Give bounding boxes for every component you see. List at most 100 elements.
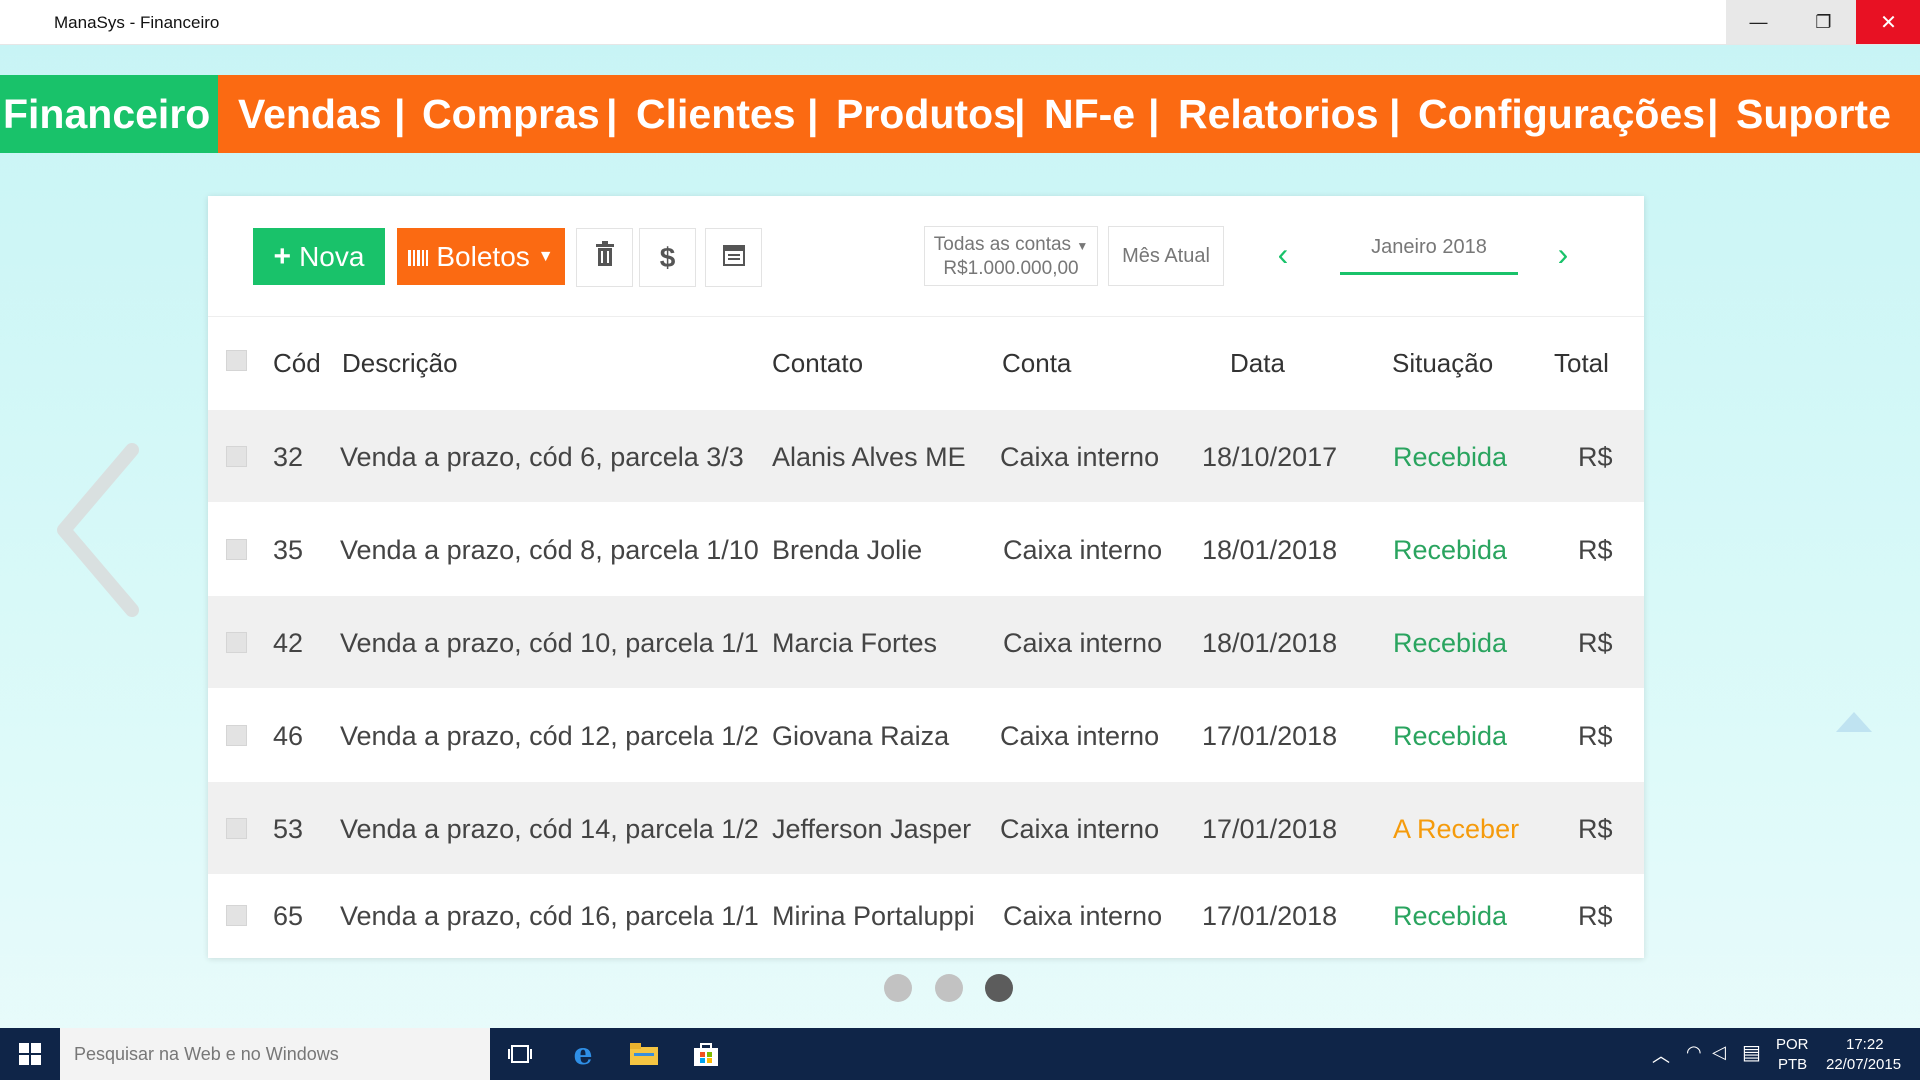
nova-label: Nova bbox=[299, 240, 365, 272]
tray-chevron-icon[interactable]: ︿ bbox=[1652, 1042, 1670, 1068]
nav-separator: | bbox=[1389, 91, 1401, 137]
select-all-checkbox[interactable] bbox=[226, 350, 247, 371]
month-prev-icon[interactable]: ‹ bbox=[1268, 234, 1298, 274]
nav-compras[interactable]: Compras bbox=[422, 75, 600, 153]
boletos-button[interactable]: Boletos ▼ bbox=[397, 228, 565, 285]
clock-time[interactable]: 17:22 bbox=[1846, 1036, 1884, 1053]
edge-icon[interactable]: e bbox=[567, 1037, 599, 1072]
col-cod[interactable]: Cód bbox=[273, 348, 321, 379]
cell-situacao: Recebida bbox=[1393, 721, 1508, 751]
row-checkbox[interactable] bbox=[226, 539, 247, 560]
carousel-prev-icon[interactable] bbox=[52, 440, 142, 620]
store-icon[interactable] bbox=[690, 1038, 722, 1070]
financeiro-panel: + Nova Boletos ▼ $ Todas as contas ▼ R$1… bbox=[208, 196, 1644, 958]
cell-situacao: Recebida bbox=[1393, 535, 1508, 565]
close-button[interactable]: ✕ bbox=[1856, 0, 1920, 44]
cell-contato: Brenda Jolie bbox=[772, 535, 923, 565]
nova-button[interactable]: + Nova bbox=[253, 228, 385, 285]
cell-total: R$ bbox=[1578, 901, 1613, 931]
window-title: ManaSys - Financeiro bbox=[54, 13, 220, 32]
nav-configuracoes[interactable]: Configurações bbox=[1418, 75, 1705, 153]
cell-situacao: Recebida bbox=[1393, 628, 1508, 658]
cell-contato: Alanis Alves ME bbox=[772, 442, 966, 472]
col-contato[interactable]: Contato bbox=[772, 348, 863, 379]
table-row[interactable]: 35 Venda a prazo, cód 8, parcela 1/10 Br… bbox=[208, 503, 1644, 595]
task-view-icon[interactable] bbox=[504, 1038, 536, 1070]
table-row[interactable]: 32 Venda a prazo, cód 6, parcela 3/3 Ala… bbox=[208, 410, 1644, 502]
nav-separator: | bbox=[1707, 91, 1719, 137]
cell-descricao: Venda a prazo, cód 10, parcela 1/1 bbox=[340, 628, 759, 658]
carousel-dot-3[interactable] bbox=[985, 974, 1013, 1002]
mes-atual-button[interactable]: Mês Atual bbox=[1108, 226, 1224, 286]
col-conta[interactable]: Conta bbox=[1002, 348, 1071, 379]
cell-descricao: Venda a prazo, cód 16, parcela 1/1 bbox=[340, 901, 759, 931]
cell-data: 17/01/2018 bbox=[1202, 814, 1338, 844]
caret-down-icon: ▼ bbox=[537, 247, 554, 265]
row-checkbox[interactable] bbox=[226, 905, 247, 926]
toolbar: + Nova Boletos ▼ $ Todas as contas ▼ R$1… bbox=[208, 196, 1644, 317]
windows-taskbar: Pesquisar na Web e no Windows e ︿ ◠ ◁ ▤ … bbox=[0, 1028, 1920, 1080]
windows-start-icon[interactable] bbox=[0, 1028, 60, 1080]
month-label: Janeiro 2018 bbox=[1340, 236, 1518, 275]
nav-produtos[interactable]: Produtos bbox=[836, 75, 1016, 153]
cell-cod: 46 bbox=[273, 721, 304, 751]
cell-total: R$ bbox=[1578, 628, 1613, 658]
cell-contato: Jefferson Jasper bbox=[772, 814, 972, 844]
row-checkbox[interactable] bbox=[226, 632, 247, 653]
cell-descricao: Venda a prazo, cód 14, parcela 1/2 bbox=[340, 814, 759, 844]
keyboard-layout-indicator[interactable]: PTB bbox=[1778, 1056, 1807, 1073]
carousel-dot-1[interactable] bbox=[884, 974, 912, 1002]
cell-conta: Caixa interno bbox=[1000, 814, 1160, 844]
taskbar-search-input[interactable]: Pesquisar na Web e no Windows bbox=[60, 1028, 490, 1080]
col-data[interactable]: Data bbox=[1230, 348, 1285, 379]
cell-contato: Mirina Portaluppi bbox=[772, 901, 975, 931]
cell-situacao: Recebida bbox=[1393, 442, 1508, 472]
accounts-dropdown[interactable]: Todas as contas ▼ R$1.000.000,00 bbox=[924, 226, 1098, 286]
nav-vendas[interactable]: Vendas bbox=[238, 75, 382, 153]
action-center-icon[interactable]: ▤ bbox=[1742, 1040, 1761, 1065]
nav-suporte[interactable]: Suporte bbox=[1736, 75, 1891, 153]
nav-separator: | bbox=[1148, 91, 1160, 137]
file-explorer-icon[interactable] bbox=[628, 1038, 660, 1070]
minimize-button[interactable]: — bbox=[1726, 0, 1791, 44]
language-indicator[interactable]: POR bbox=[1776, 1036, 1809, 1053]
row-checkbox[interactable] bbox=[226, 818, 247, 839]
month-next-icon[interactable]: › bbox=[1548, 234, 1578, 274]
network-icon[interactable]: ◠ bbox=[1686, 1042, 1702, 1063]
nav-financeiro[interactable]: Financeiro bbox=[0, 75, 219, 153]
row-checkbox[interactable] bbox=[226, 446, 247, 467]
scroll-up-icon[interactable] bbox=[1836, 712, 1872, 732]
cell-data: 17/01/2018 bbox=[1202, 721, 1338, 751]
top-navigation: Financeiro Vendas | Compras | Clientes |… bbox=[0, 75, 1920, 153]
volume-icon[interactable]: ◁ bbox=[1712, 1042, 1726, 1063]
calendar-button[interactable] bbox=[705, 228, 762, 287]
plus-icon: + bbox=[273, 239, 292, 273]
clock-date[interactable]: 22/07/2015 bbox=[1826, 1056, 1901, 1073]
nav-relatorios[interactable]: Relatorios bbox=[1178, 75, 1379, 153]
nav-clientes[interactable]: Clientes bbox=[636, 75, 796, 153]
cell-descricao: Venda a prazo, cód 6, parcela 3/3 bbox=[340, 442, 744, 472]
table-row[interactable]: 53 Venda a prazo, cód 14, parcela 1/2 Je… bbox=[208, 782, 1644, 874]
nav-separator: | bbox=[807, 91, 819, 137]
dollar-icon: $ bbox=[659, 241, 676, 273]
cell-conta: Caixa interno bbox=[1000, 442, 1160, 472]
delete-button[interactable] bbox=[576, 228, 633, 287]
cell-situacao: A Receber bbox=[1393, 814, 1520, 844]
payment-button[interactable]: $ bbox=[639, 228, 696, 287]
accounts-label: Todas as contas bbox=[933, 234, 1072, 255]
col-descricao[interactable]: Descrição bbox=[342, 348, 458, 379]
col-total[interactable]: Total bbox=[1554, 348, 1609, 379]
cell-cod: 42 bbox=[273, 628, 304, 658]
row-checkbox[interactable] bbox=[226, 725, 247, 746]
table-row[interactable]: 46 Venda a prazo, cód 12, parcela 1/2 Gi… bbox=[208, 689, 1644, 781]
cell-conta: Caixa interno bbox=[1003, 901, 1163, 931]
boletos-label: Boletos bbox=[436, 240, 530, 272]
restore-button[interactable]: ❐ bbox=[1791, 0, 1856, 44]
cell-contato: Giovana Raiza bbox=[772, 721, 950, 751]
trash-icon bbox=[594, 241, 616, 274]
col-situacao[interactable]: Situação bbox=[1392, 348, 1493, 379]
table-row[interactable]: 42 Venda a prazo, cód 10, parcela 1/1 Ma… bbox=[208, 596, 1644, 688]
table-row[interactable]: 65 Venda a prazo, cód 16, parcela 1/1 Mi… bbox=[208, 875, 1644, 958]
nav-nfe[interactable]: NF-e bbox=[1044, 75, 1135, 153]
carousel-dot-2[interactable] bbox=[935, 974, 963, 1002]
